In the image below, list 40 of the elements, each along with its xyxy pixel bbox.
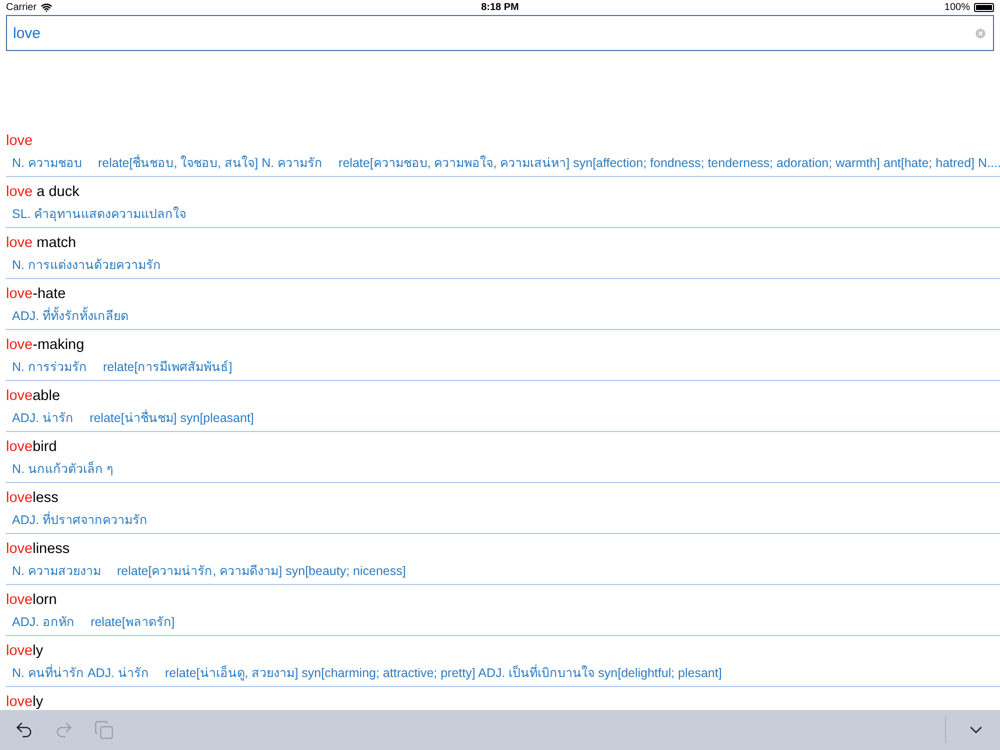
headword[interactable]: lovebird (6, 437, 1000, 457)
clock-time: 8:18 PM (481, 2, 519, 13)
headword[interactable]: love a duck (6, 182, 1000, 202)
definition-text: relate[น่าชื่นชม] syn[pleasant] (90, 409, 254, 427)
headword[interactable]: lovelorn (6, 590, 1000, 610)
definition-text: SL. คำอุทานแสดงความแปลกใจ (12, 206, 186, 224)
undo-icon (14, 720, 34, 740)
definition-text: N. ความชอบ (12, 155, 82, 172)
definition-text: N. การแต่งงานด้วยความรัก (12, 257, 161, 274)
headword[interactable]: lovely (6, 641, 1000, 661)
definition-text: N. การร่วมรัก (12, 359, 87, 376)
headword[interactable]: loveless (6, 488, 1000, 508)
redo-icon (54, 720, 74, 740)
headword[interactable]: lovely (6, 692, 1000, 710)
definition-text: ADJ. ที่ปราศจากความรัก (12, 511, 148, 529)
battery-percent: 100% (944, 2, 970, 13)
definition-text: ADJ. ที่ทั้งรักทั้งเกลียด (12, 307, 129, 329)
headword[interactable]: love (6, 131, 1000, 151)
definition-text: N. คนที่น่ารัก ADJ. น่ารัก (12, 664, 150, 682)
definition-text: N. นกแก้วตัวเล็ก ๆ (12, 460, 114, 478)
battery-icon (974, 3, 994, 12)
headword[interactable]: love-hate (6, 284, 1000, 304)
headword[interactable]: loveliness (6, 539, 1000, 559)
undo-button[interactable] (14, 720, 34, 740)
definition-text: relate[พลาดรัก] (90, 614, 175, 631)
definition-text: ADJ. น่ารัก (12, 410, 74, 427)
headword[interactable]: love-making (6, 335, 1000, 355)
definition-text: relate[การมีเพศสัมพันธ์] (102, 359, 232, 376)
definition-text: ADJ. อกหัก (12, 614, 75, 631)
clear-icon[interactable] (974, 26, 987, 40)
definition-text: relate[ความชอบ, ความพอใจ, ความเสน่หา] syn[affection; fondness; tenderness; adoration; warmth] ant[hate; hatred] N.... (338, 154, 1000, 172)
definition-text: relate[ชื่นชอบ, ใจชอบ, สนใจ] N. ความรัก (98, 154, 323, 172)
carrier-label: Carrier (6, 2, 37, 13)
copy-icon (94, 720, 114, 740)
headword[interactable]: loveable (6, 386, 1000, 406)
definition-text: relate[น่าเอ็นดู, สวยงาม] syn[charming; attractive; pretty] ADJ. เป็นที่เบิกบานใจ syn[delightful; plesant] (165, 664, 722, 682)
wifi-icon (40, 2, 52, 13)
headword[interactable]: love match (6, 233, 1000, 253)
definition-text: N. ความสวยงาม (12, 563, 101, 580)
definition-text: relate[ความน่ารัก, ความดีงาม] syn[beauty; niceness] (116, 563, 406, 580)
